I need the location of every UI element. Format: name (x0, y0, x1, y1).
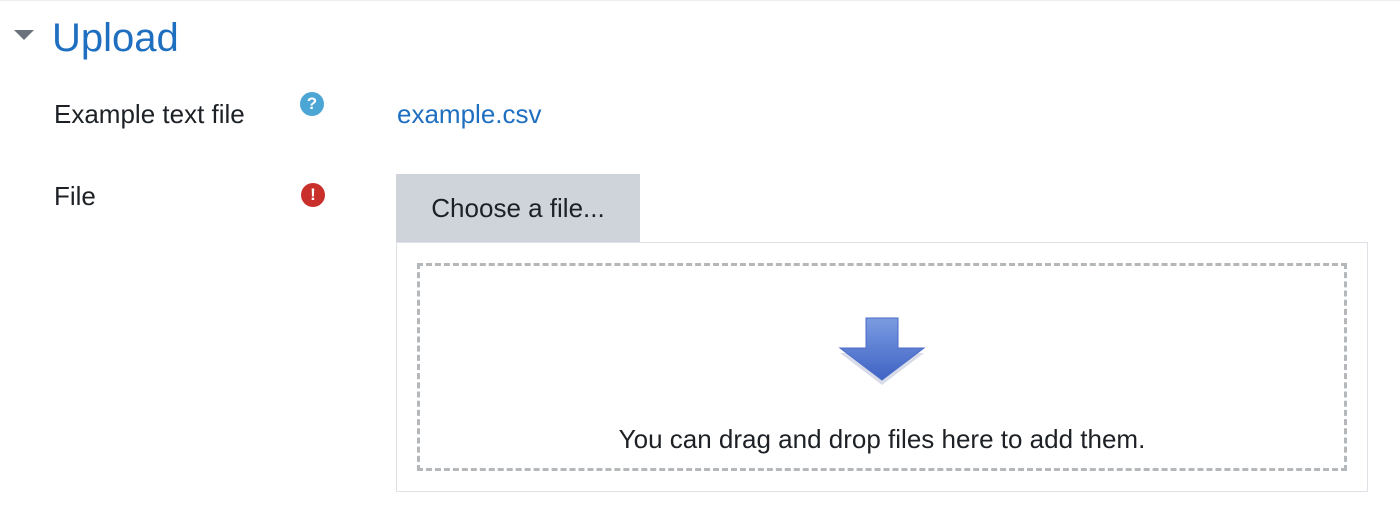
example-csv-link[interactable]: example.csv (397, 99, 542, 129)
file-label: File (54, 181, 96, 211)
example-text-file-label: Example text file (54, 99, 245, 129)
divider (0, 0, 1400, 1)
section-title: Upload (52, 16, 179, 60)
choose-file-button[interactable]: Choose a file... (396, 174, 640, 243)
dropzone-dashed-area[interactable]: You can drag and drop files here to add … (417, 263, 1347, 471)
required-icon: ! (301, 183, 325, 207)
upload-form-section: Upload Example text file ? example.csv F… (0, 0, 1400, 518)
dropzone-instructions: You can drag and drop files here to add … (618, 424, 1146, 454)
file-dropzone[interactable]: You can drag and drop files here to add … (396, 242, 1368, 492)
help-icon[interactable]: ? (300, 92, 324, 116)
down-arrow-icon (838, 317, 926, 385)
upload-section-toggle[interactable]: Upload (12, 16, 222, 66)
caret-down-icon (14, 30, 34, 40)
